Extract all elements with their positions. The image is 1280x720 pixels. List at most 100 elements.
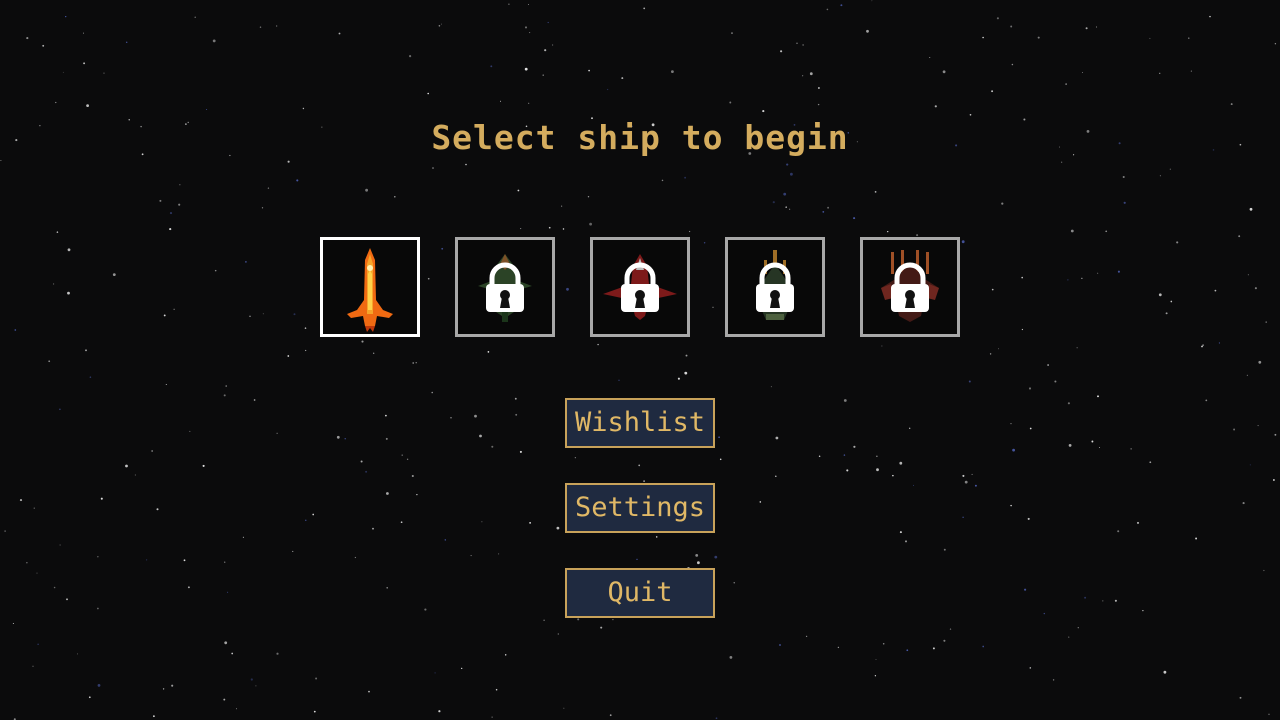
star [528,3,529,5]
star [223,394,226,397]
star [1052,679,1055,681]
star [905,540,907,543]
star [655,536,658,538]
star [276,432,278,434]
orange-rocket-icon [347,248,393,332]
star [134,474,136,476]
star [48,360,51,363]
star [225,385,227,387]
star [227,591,229,593]
star [56,231,59,233]
star [1238,235,1241,238]
star [772,201,775,204]
star [1067,279,1069,281]
star [481,521,483,523]
star [259,26,262,28]
ship-slot-4[interactable] [725,237,825,337]
star [1218,342,1220,344]
star [556,526,560,530]
star [151,450,153,452]
star [802,75,804,77]
star [1130,448,1132,450]
star [802,44,804,46]
star [169,228,172,231]
star [145,559,148,561]
star [1257,425,1259,427]
star [887,230,889,233]
star [574,457,576,459]
star [474,414,477,418]
star [661,179,664,182]
ship-slot-2[interactable] [455,237,555,337]
star [695,554,699,557]
star [1011,63,1014,66]
star [224,561,226,563]
star [1202,344,1205,347]
star [365,188,368,192]
star [344,438,346,440]
star [189,430,191,432]
star [548,226,551,229]
star [1274,433,1277,436]
star [37,643,39,645]
settings-button[interactable]: Settings [565,483,715,533]
star [287,160,290,163]
star [929,56,931,58]
star [386,587,388,589]
star [874,191,877,193]
star [909,427,911,429]
star [783,192,787,196]
star [1076,347,1078,349]
star [1117,270,1120,273]
ship-slot-5[interactable] [860,237,960,337]
star [498,553,500,555]
star [162,688,165,690]
star [153,715,155,718]
star [86,104,89,107]
star [249,315,251,317]
wishlist-button[interactable]: Wishlist [565,398,715,448]
quit-button[interactable]: Quit [565,568,715,618]
star [12,622,14,625]
star [33,507,35,509]
star [520,228,522,230]
star [431,391,433,394]
star [899,531,902,534]
star [524,67,528,71]
star [1012,448,1015,452]
star [790,172,793,176]
star [1028,387,1032,390]
star [684,372,686,373]
star [178,203,181,206]
star [85,349,87,352]
star [874,675,877,677]
star [450,417,452,419]
star [517,189,520,192]
star [1097,272,1099,274]
star [1010,504,1012,507]
star [287,355,290,357]
star [245,261,247,263]
star [312,513,315,516]
star [14,329,17,331]
star [1142,609,1144,612]
star [1214,289,1217,292]
star [866,29,869,33]
star [943,639,946,642]
star [89,376,92,378]
star [671,70,674,73]
star [562,228,565,230]
star [409,55,412,58]
star [1043,612,1045,615]
star [169,212,173,215]
star [697,561,700,565]
star [557,633,559,635]
ship-slot-3[interactable] [590,237,690,337]
star [36,572,38,574]
ship-slot-1[interactable] [320,237,420,337]
star [261,207,264,209]
star [42,44,45,47]
star [406,458,409,460]
star [1054,380,1057,383]
star [780,50,783,53]
